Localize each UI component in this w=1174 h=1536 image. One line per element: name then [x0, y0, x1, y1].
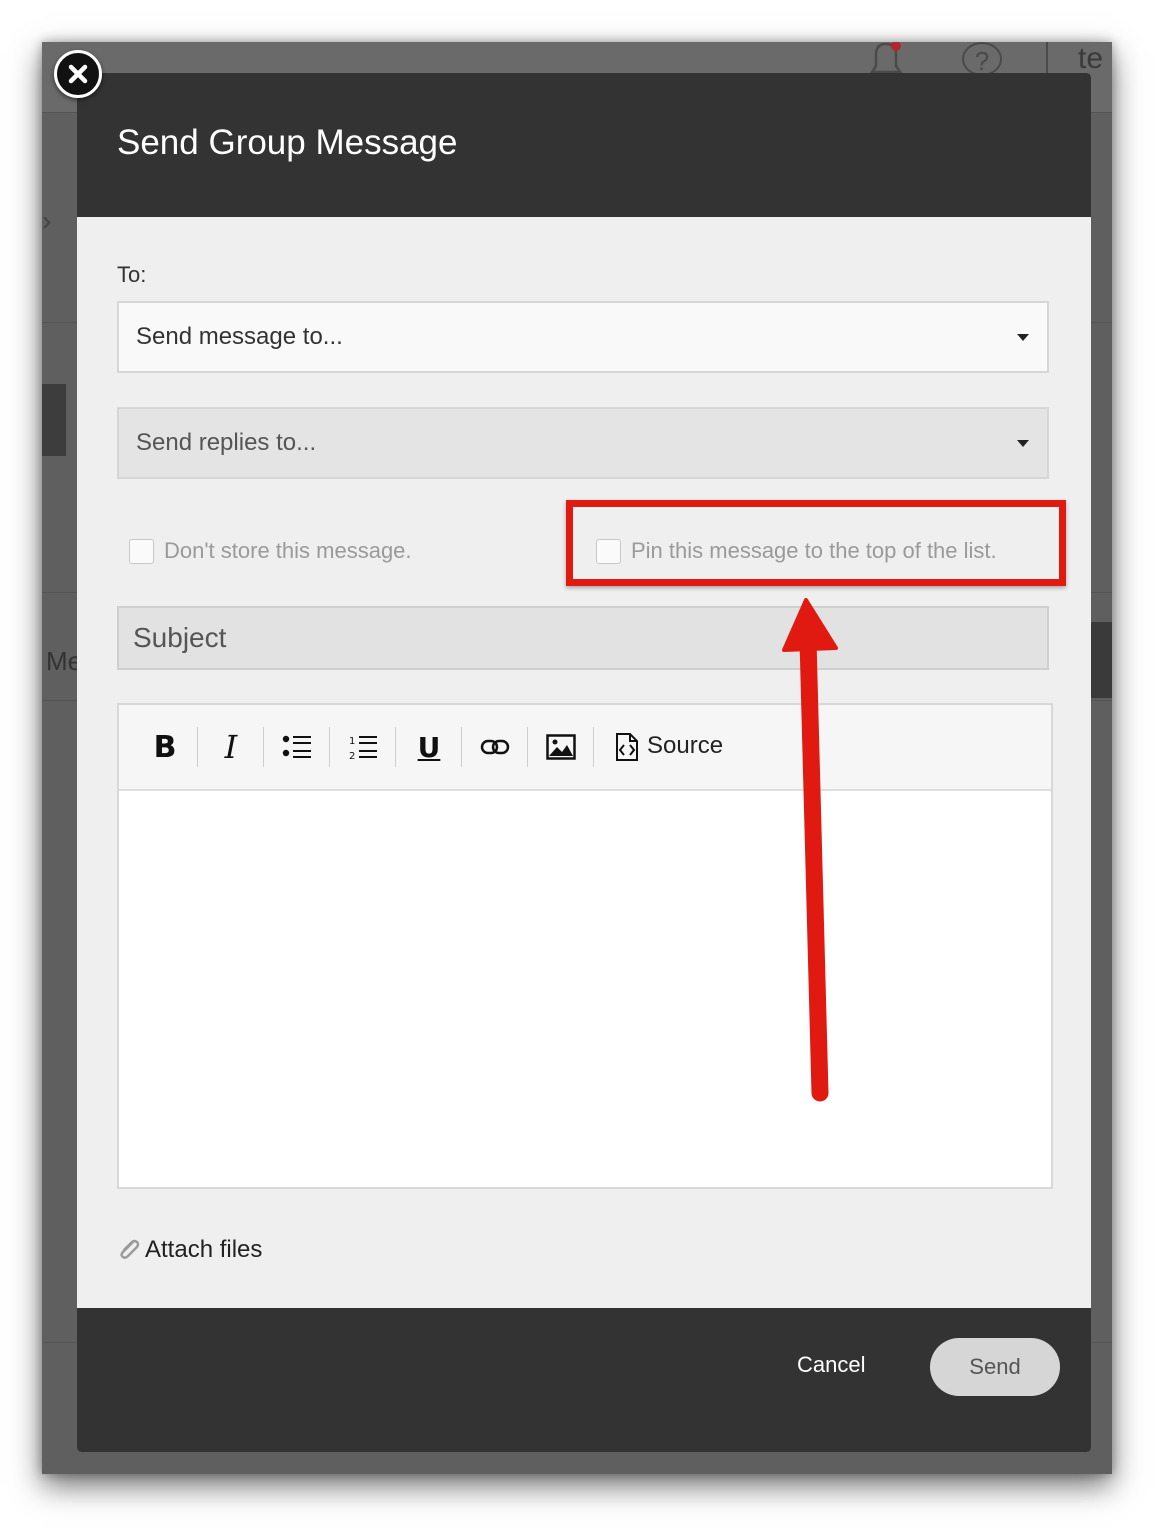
toolbar-divider [263, 727, 264, 767]
bulleted-list-icon [282, 735, 311, 758]
send-replies-placeholder: Send replies to... [136, 429, 317, 456]
caret-down-icon [1017, 440, 1029, 447]
underline-button[interactable]: U [407, 725, 451, 769]
subject-input[interactable]: Subject [117, 606, 1049, 670]
svg-text:2: 2 [349, 751, 355, 761]
editor-toolbar: B I 12 U Source [119, 705, 1051, 791]
notification-bell-icon [866, 42, 906, 76]
send-to-select[interactable]: Send message to... [117, 301, 1049, 373]
toolbar-divider [593, 727, 594, 767]
close-dialog-button[interactable] [54, 50, 102, 98]
dialog-footer: Cancel Send [77, 1308, 1091, 1452]
bulleted-list-button[interactable] [275, 725, 319, 769]
toolbar-divider [329, 727, 330, 767]
send-to-placeholder: Send message to... [136, 323, 343, 350]
numbered-list-button[interactable]: 12 [341, 725, 385, 769]
close-icon [68, 64, 88, 84]
background-avatar [42, 384, 66, 456]
send-button[interactable]: Send [930, 1338, 1060, 1396]
dialog-header: Send Group Message [77, 73, 1091, 217]
image-icon [546, 734, 576, 760]
pin-option-highlight-box [566, 500, 1066, 586]
dialog-title: Send Group Message [117, 123, 458, 162]
toolbar-divider [527, 727, 528, 767]
paperclip-icon [120, 1239, 140, 1259]
image-button[interactable] [539, 725, 583, 769]
send-replies-select[interactable]: Send replies to... [117, 407, 1049, 479]
svg-text:1: 1 [349, 736, 355, 747]
source-label[interactable]: Source [647, 732, 723, 760]
toolbar-divider [395, 727, 396, 767]
screenshot-frame: ? te › Me Send Group Message To: Send me… [42, 42, 1112, 1474]
bold-button[interactable]: B [143, 725, 187, 769]
dont-store-option[interactable]: Don't store this message. [129, 537, 412, 564]
toolbar-divider [461, 727, 462, 767]
toolbar-divider [197, 727, 198, 767]
message-editor: B I 12 U Source [117, 703, 1053, 1189]
dont-store-checkbox[interactable] [129, 538, 154, 564]
attach-files-link[interactable]: Attach files [117, 1236, 262, 1264]
send-group-message-dialog: Send Group Message To: Send message to..… [77, 73, 1091, 1452]
message-body-textarea[interactable] [119, 791, 1051, 1187]
background-divider [1046, 42, 1048, 74]
dont-store-label: Don't store this message. [164, 538, 412, 564]
help-icon: ? [962, 42, 1002, 76]
source-button[interactable] [605, 725, 649, 769]
attach-files-label: Attach files [145, 1236, 263, 1263]
source-code-icon [616, 733, 638, 761]
caret-down-icon [1017, 334, 1029, 341]
background-bar [1089, 622, 1112, 698]
link-button[interactable] [473, 725, 517, 769]
background-user-name: te [1078, 42, 1104, 75]
numbered-list-icon: 12 [349, 736, 377, 761]
cancel-button[interactable]: Cancel [797, 1352, 865, 1378]
italic-button[interactable]: I [209, 725, 253, 769]
chevron-right-icon: › [42, 205, 52, 236]
link-icon [480, 739, 510, 755]
to-label: To: [117, 262, 147, 287]
